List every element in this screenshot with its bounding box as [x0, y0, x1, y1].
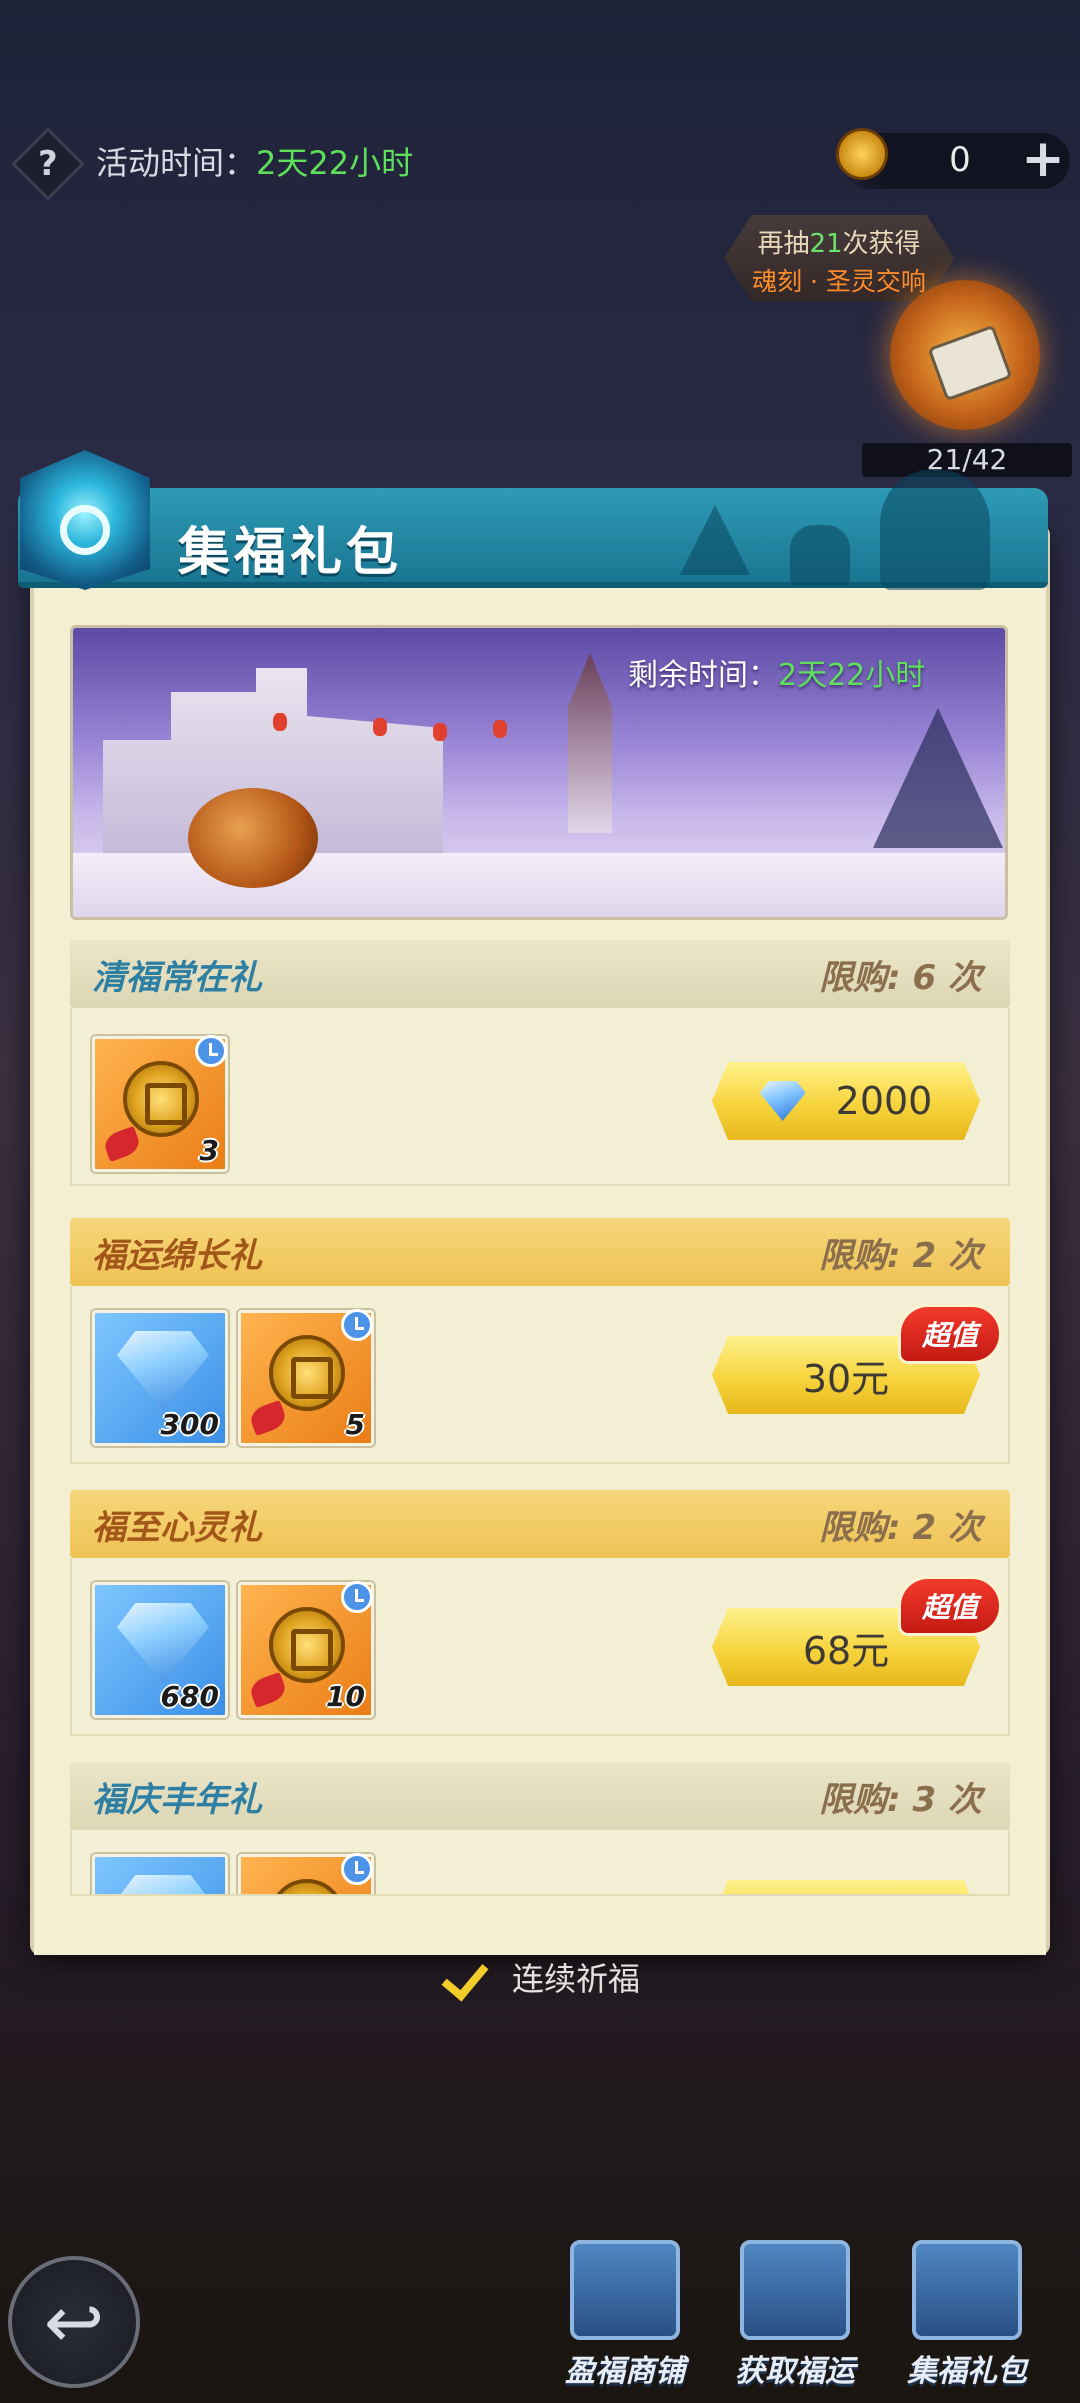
pack-header: 福庆丰年礼 限购: 3 次: [70, 1762, 1010, 1830]
fortune-coin-icon: [123, 1061, 199, 1137]
fortune-coin-item[interactable]: 5: [238, 1309, 374, 1446]
pack-header: 清福常在礼 限购: 6 次: [70, 940, 1010, 1008]
emblem-ring: [60, 505, 110, 555]
nav-label: 集福礼包: [907, 2354, 1027, 2389]
activity-time: 活动时间：2天22小时: [96, 138, 413, 184]
pack-name: 福庆丰年礼: [92, 1779, 262, 1820]
tassel-icon: [247, 1671, 289, 1709]
price-label: 68元: [802, 1628, 890, 1673]
tower-illustration: [568, 653, 612, 833]
lantern-icon: [373, 718, 387, 736]
event-banner: 剩余时间：2天22小时: [70, 625, 1008, 920]
silhouette-decoration: [880, 470, 990, 590]
pack-body: 3 2000: [70, 1008, 1010, 1186]
clock-icon: [341, 1581, 373, 1613]
fortune-coin-item[interactable]: 10: [238, 1581, 374, 1718]
continuous-prayer-label[interactable]: 连续祈福: [512, 1954, 640, 2000]
pack-name: 福运绵长礼: [92, 1235, 262, 1276]
character-illustration: [188, 788, 318, 888]
nav-label: 盈福商铺: [565, 2354, 685, 2389]
item-quantity: 680: [160, 1680, 219, 1713]
diamond-item[interactable]: 680: [92, 1582, 228, 1718]
fortune-coin-icon: [269, 1335, 345, 1411]
lantern-icon: [433, 723, 447, 741]
purchase-limit: 限购: 6 次: [819, 957, 982, 998]
item-quantity: 5: [345, 1408, 365, 1441]
nav-get-fortune[interactable]: 获取福运: [720, 2240, 870, 2390]
remaining-time-label: 剩余时间：: [628, 658, 778, 693]
currency-value: 0: [949, 140, 971, 180]
price-label: 30元: [802, 1356, 890, 1401]
lantern-icon: [493, 720, 507, 738]
tassel-icon: [247, 1399, 289, 1437]
checkmark-icon[interactable]: [438, 1952, 494, 2002]
diamond-icon: [117, 1331, 209, 1411]
diamond-item[interactable]: 300: [92, 1310, 228, 1446]
reward-name: 魂刻 · 圣灵交响: [752, 267, 926, 296]
pack-body: [70, 1830, 1010, 1896]
price-label: 2000: [835, 1079, 933, 1123]
diamond-icon: [759, 1081, 806, 1121]
book-icon: [740, 2240, 850, 2340]
nav-gift-packs[interactable]: 集福礼包: [892, 2240, 1042, 2390]
fortune-coin-icon: [269, 1607, 345, 1683]
clock-icon: [341, 1853, 373, 1885]
draw-progress-text: 21/42: [926, 443, 1008, 476]
item-quantity: 10: [326, 1680, 365, 1713]
nav-shop[interactable]: 盈福商铺: [550, 2240, 700, 2390]
activity-time-value: 2天22小时: [256, 144, 414, 182]
pack-header: 福运绵长礼 限购: 2 次: [70, 1218, 1010, 1286]
help-icon[interactable]: ?: [11, 127, 85, 201]
panel-title: 集福礼包: [178, 523, 403, 583]
nav-label: 获取福运: [735, 2354, 855, 2389]
fortune-coin-icon: [269, 1879, 345, 1894]
draw-count: 21: [809, 229, 843, 259]
remaining-time-value: 2天22小时: [778, 658, 926, 693]
back-arrow-icon: ↩: [43, 2280, 105, 2364]
shop-chest-icon: [570, 2240, 680, 2340]
diamond-icon: [117, 1603, 209, 1683]
scroll-fade: [34, 1895, 1046, 1955]
fortune-coin-item[interactable]: [238, 1853, 374, 1894]
buy-button[interactable]: 2000: [712, 1062, 980, 1140]
fortune-coin-item[interactable]: 3: [92, 1035, 228, 1172]
pack-header: 福至心灵礼 限购: 2 次: [70, 1490, 1010, 1558]
pack-body: 680 10 68元 超值: [70, 1558, 1010, 1736]
tassel-icon: [101, 1125, 143, 1163]
value-badge: 超值: [898, 1576, 1002, 1636]
clock-icon: [195, 1035, 227, 1067]
clock-icon: [341, 1309, 373, 1341]
silhouette-decoration: [790, 525, 850, 585]
item-quantity: 300: [160, 1408, 219, 1441]
tree-illustration: [873, 708, 1003, 848]
activity-time-label: 活动时间：: [96, 144, 257, 182]
buy-button[interactable]: [712, 1880, 980, 1894]
banner-remaining-time: 剩余时间：2天22小时: [628, 650, 925, 694]
pack-name: 福至心灵礼: [92, 1507, 262, 1548]
draw-reward-tip: 再抽21次获得 魂刻 · 圣灵交响: [724, 215, 954, 301]
value-badge: 超值: [898, 1304, 1002, 1364]
purchase-limit: 限购: 3 次: [819, 1779, 982, 1820]
fortune-coin-icon: [836, 128, 888, 180]
purchase-limit: 限购: 2 次: [819, 1235, 982, 1276]
diamond-icon: [117, 1875, 209, 1894]
gift-box-icon: [912, 2240, 1022, 2340]
diamond-item[interactable]: [92, 1854, 228, 1894]
add-currency-button[interactable]: +: [1018, 131, 1068, 187]
item-quantity: 3: [199, 1134, 219, 1167]
purchase-limit: 限购: 2 次: [819, 1507, 982, 1548]
pack-body: 300 5 30元 超值: [70, 1286, 1010, 1464]
lantern-icon: [273, 713, 287, 731]
pack-name: 清福常在礼: [92, 957, 262, 998]
back-button[interactable]: ↩: [8, 2256, 140, 2388]
